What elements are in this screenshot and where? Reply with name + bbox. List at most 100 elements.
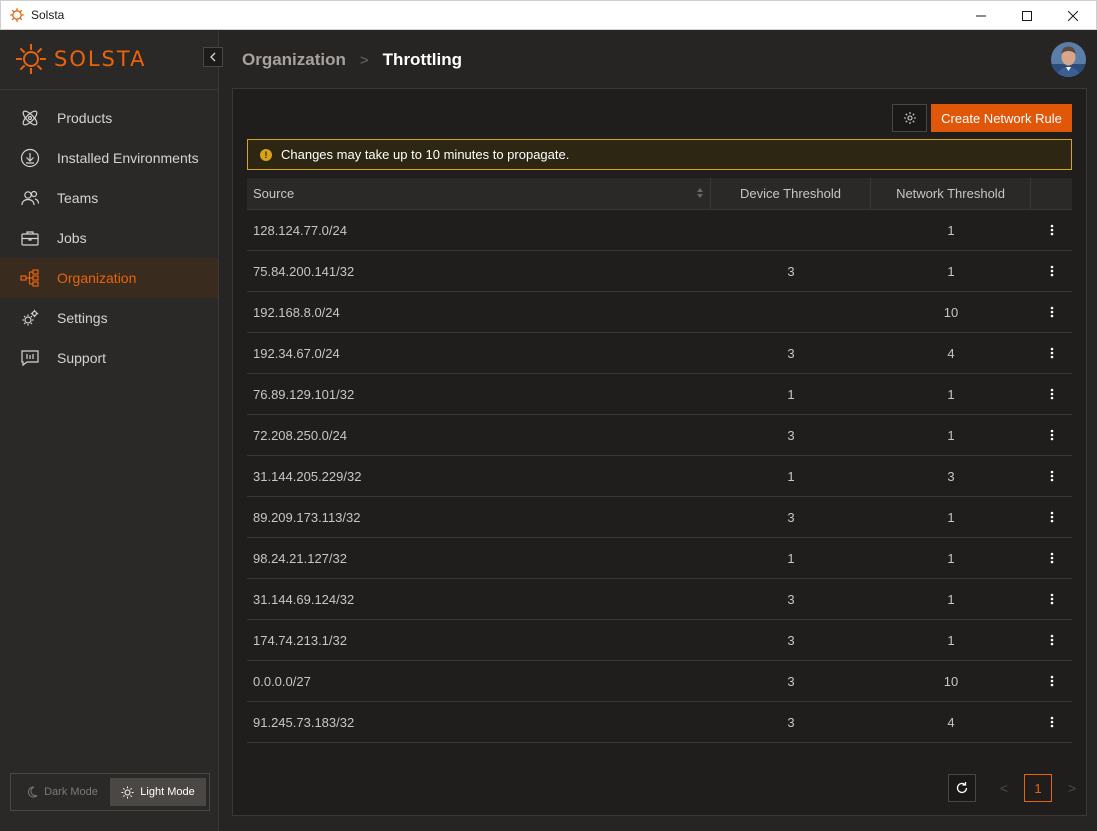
sidebar-item-installed-environments[interactable]: Installed Environments bbox=[0, 138, 218, 178]
kebab-menu-icon[interactable] bbox=[1042, 466, 1062, 486]
column-header-source[interactable]: Source bbox=[247, 178, 711, 209]
row-actions bbox=[1031, 538, 1072, 578]
brand-logo[interactable]: SOLSTA bbox=[14, 42, 146, 76]
table-row[interactable]: 98.24.21.127/32 1 1 bbox=[247, 538, 1072, 579]
solsta-sun-icon bbox=[16, 44, 46, 74]
prev-page-button[interactable]: < bbox=[992, 774, 1016, 802]
cell-device-threshold: 3 bbox=[787, 714, 795, 730]
cell-device-threshold: 3 bbox=[787, 509, 795, 525]
row-actions bbox=[1031, 374, 1072, 414]
cell-network-threshold: 1 bbox=[947, 591, 955, 607]
sun-icon bbox=[121, 786, 134, 798]
refresh-button[interactable] bbox=[948, 774, 976, 802]
table-row[interactable]: 0.0.0.0/27 3 10 bbox=[247, 661, 1072, 702]
kebab-menu-icon[interactable] bbox=[1042, 261, 1062, 281]
kebab-menu-icon[interactable] bbox=[1042, 220, 1062, 240]
settings-button[interactable] bbox=[892, 104, 927, 132]
sidebar-item-organization[interactable]: Organization bbox=[0, 258, 218, 298]
kebab-menu-icon[interactable] bbox=[1042, 384, 1062, 404]
row-actions bbox=[1031, 333, 1072, 373]
light-mode-button[interactable]: Light Mode bbox=[110, 778, 206, 806]
column-header-device-threshold: Device Threshold bbox=[711, 178, 871, 209]
sidebar: SOLSTA Products Installed Environments T… bbox=[0, 30, 223, 831]
theme-toggle: Dark Mode Light Mode bbox=[10, 773, 210, 811]
table-row[interactable]: 192.168.8.0/24 10 bbox=[247, 292, 1072, 333]
cell-source: 31.144.205.229/32 bbox=[253, 468, 362, 484]
table-row[interactable]: 31.144.205.229/32 1 3 bbox=[247, 456, 1072, 497]
row-actions bbox=[1031, 251, 1072, 291]
cell-network-threshold: 3 bbox=[947, 468, 955, 484]
gear-icon bbox=[903, 112, 916, 124]
table-row[interactable]: 75.84.200.141/32 3 1 bbox=[247, 251, 1072, 292]
kebab-menu-icon[interactable] bbox=[1042, 630, 1062, 650]
kebab-menu-icon[interactable] bbox=[1042, 302, 1062, 322]
table-row[interactable]: 72.208.250.0/24 3 1 bbox=[247, 415, 1072, 456]
kebab-menu-icon[interactable] bbox=[1042, 589, 1062, 609]
sidebar-item-label: Products bbox=[57, 110, 113, 126]
table-row[interactable]: 91.245.73.183/32 3 4 bbox=[247, 702, 1072, 743]
cell-network-threshold: 1 bbox=[947, 632, 955, 648]
kebab-menu-icon[interactable] bbox=[1042, 671, 1062, 691]
close-icon[interactable] bbox=[1050, 1, 1096, 30]
cell-device-threshold: 3 bbox=[787, 263, 795, 279]
minimize-icon[interactable] bbox=[958, 1, 1004, 30]
cell-network-threshold: 1 bbox=[947, 550, 955, 566]
sidebar-item-products[interactable]: Products bbox=[0, 98, 218, 138]
breadcrumb-parent[interactable]: Organization bbox=[242, 50, 346, 70]
cell-network-threshold: 4 bbox=[947, 714, 955, 730]
kebab-menu-icon[interactable] bbox=[1042, 343, 1062, 363]
cell-source: 89.209.173.113/32 bbox=[253, 509, 361, 525]
sidebar-item-teams[interactable]: Teams bbox=[0, 178, 218, 218]
breadcrumb: Organization > Throttling bbox=[242, 50, 462, 70]
cell-source: 75.84.200.141/32 bbox=[253, 263, 355, 279]
table-row[interactable]: 128.124.77.0/24 1 bbox=[247, 210, 1072, 251]
download-icon bbox=[20, 148, 40, 168]
brand-name: SOLSTA bbox=[54, 47, 147, 71]
dark-mode-button[interactable]: Dark Mode bbox=[14, 778, 110, 806]
table-row[interactable]: 174.74.213.1/32 3 1 bbox=[247, 620, 1072, 661]
page-number-button[interactable]: 1 bbox=[1024, 774, 1052, 802]
cell-source: 128.124.77.0/24 bbox=[253, 222, 347, 238]
sidebar-item-label: Organization bbox=[57, 270, 137, 286]
sidebar-item-settings[interactable]: Settings bbox=[0, 298, 218, 338]
pagination: < 1 > bbox=[948, 774, 1084, 802]
page-header: Organization > Throttling bbox=[220, 30, 1097, 88]
chat-icon bbox=[20, 348, 40, 368]
cell-device-threshold: 1 bbox=[787, 386, 795, 402]
window-title: Solsta bbox=[31, 8, 65, 22]
cell-device-threshold: 3 bbox=[787, 427, 795, 443]
cell-source: 72.208.250.0/24 bbox=[253, 427, 347, 443]
cell-network-threshold: 10 bbox=[943, 304, 959, 320]
propagation-alert: ! Changes may take up to 10 minutes to p… bbox=[247, 139, 1072, 170]
sidebar-item-jobs[interactable]: Jobs bbox=[0, 218, 218, 258]
dark-mode-label: Dark Mode bbox=[44, 786, 98, 798]
table-row[interactable]: 76.89.129.101/32 1 1 bbox=[247, 374, 1072, 415]
sidebar-item-support[interactable]: Support bbox=[0, 338, 218, 378]
sort-icon[interactable] bbox=[696, 187, 704, 199]
kebab-menu-icon[interactable] bbox=[1042, 425, 1062, 445]
sidebar-item-label: Teams bbox=[57, 190, 99, 206]
kebab-menu-icon[interactable] bbox=[1042, 712, 1062, 732]
table-row[interactable]: 192.34.67.0/24 3 4 bbox=[247, 333, 1072, 374]
gears-icon bbox=[20, 308, 40, 328]
next-page-button[interactable]: > bbox=[1060, 774, 1084, 802]
atom-icon bbox=[20, 108, 40, 128]
sidebar-item-label: Installed Environments bbox=[57, 150, 199, 166]
moon-icon bbox=[28, 786, 38, 798]
create-network-rule-button[interactable]: Create Network Rule bbox=[931, 104, 1072, 132]
cell-source: 174.74.213.1/32 bbox=[253, 632, 347, 648]
kebab-menu-icon[interactable] bbox=[1042, 507, 1062, 527]
briefcase-icon bbox=[20, 228, 40, 248]
kebab-menu-icon[interactable] bbox=[1042, 548, 1062, 568]
avatar[interactable] bbox=[1051, 42, 1086, 77]
cell-source: 0.0.0.0/27 bbox=[253, 673, 311, 689]
light-mode-label: Light Mode bbox=[140, 786, 195, 798]
table-row[interactable]: 31.144.69.124/32 3 1 bbox=[247, 579, 1072, 620]
cell-network-threshold: 4 bbox=[947, 345, 955, 361]
breadcrumb-separator: > bbox=[359, 51, 369, 69]
row-actions bbox=[1031, 620, 1072, 660]
cell-network-threshold: 1 bbox=[947, 222, 955, 238]
cell-network-threshold: 1 bbox=[947, 386, 955, 402]
table-row[interactable]: 89.209.173.113/32 3 1 bbox=[247, 497, 1072, 538]
maximize-icon[interactable] bbox=[1004, 1, 1050, 30]
